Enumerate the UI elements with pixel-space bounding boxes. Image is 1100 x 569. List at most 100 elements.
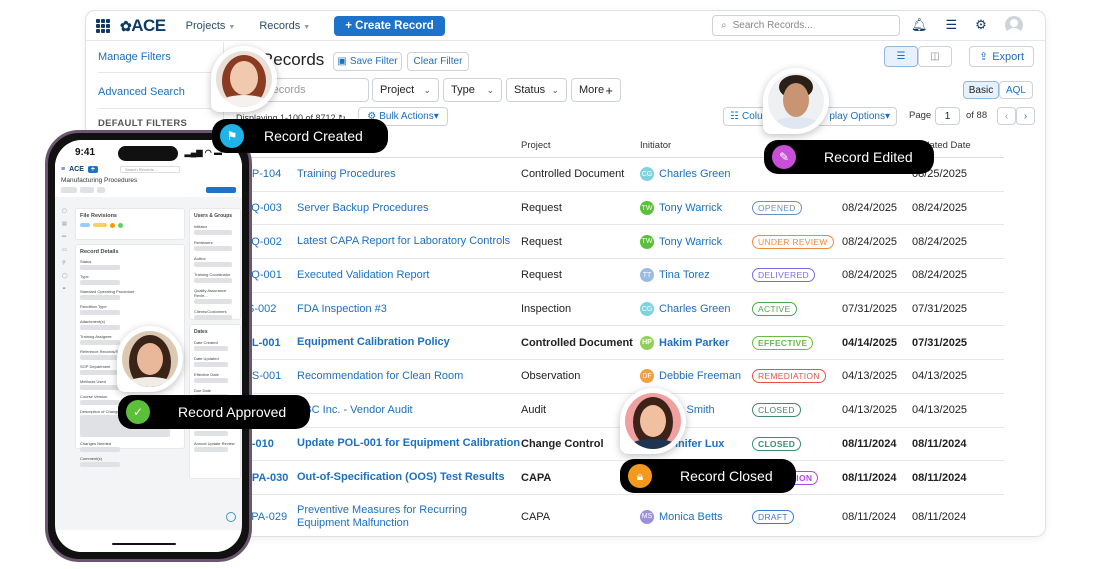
- nav-records[interactable]: Records ▼: [259, 20, 310, 32]
- record-initiator[interactable]: CG Charles Green: [640, 167, 752, 182]
- record-title-link[interactable]: Preventive Measures for Recurring Equipm…: [297, 504, 521, 530]
- nav-projects[interactable]: Projects ▼: [186, 20, 236, 32]
- phone-create-button[interactable]: +: [87, 166, 98, 173]
- user-avatar[interactable]: [1004, 16, 1023, 34]
- record-title-link[interactable]: Update POL-001 for Equipment Calibration: [297, 437, 521, 450]
- phone-time: 9:41: [75, 146, 96, 158]
- bell-icon[interactable]: 🔔︎: [911, 17, 928, 33]
- record-initiator[interactable]: CG Charles Green: [640, 302, 752, 317]
- table-row[interactable]: CAPA-029 Preventive Measures for Recurri…: [236, 495, 1004, 536]
- caret-down-icon: ▼: [228, 23, 236, 31]
- table-row[interactable]: OBS-001 Recommendation for Clean Room Ob…: [236, 360, 1004, 394]
- phone-user-field: Initiator: [194, 224, 236, 235]
- lock-icon: 🔒︎: [628, 464, 652, 488]
- updated-date: 04/13/2025: [912, 370, 968, 383]
- record-initiator[interactable]: TW Tony Warrick: [640, 234, 752, 249]
- phone-date-field: Effective Date: [194, 372, 236, 383]
- next-page-button[interactable]: ›: [1016, 107, 1035, 125]
- phone-date-field: Annual Update Review: [194, 441, 236, 452]
- advanced-search-link[interactable]: Advanced Search: [98, 73, 211, 109]
- phone-user-field: Author: [194, 256, 236, 267]
- phone-field: Type: [80, 274, 180, 285]
- export-button[interactable]: ⇪ Export: [969, 46, 1034, 67]
- filter-more[interactable]: More +: [571, 78, 621, 102]
- page-number-input[interactable]: 1: [935, 107, 960, 125]
- menu-icon[interactable]: ≡: [61, 166, 65, 173]
- updated-date: 04/13/2025: [912, 404, 968, 417]
- status-badge: REMEDIATION: [752, 369, 826, 384]
- record-title-link[interactable]: FDA Inspection #3: [297, 303, 521, 316]
- phone-search[interactable]: Search Records...: [119, 166, 180, 173]
- create-record-button[interactable]: + Create Record: [334, 15, 445, 36]
- column-header-project[interactable]: Project: [521, 140, 640, 151]
- record-project: Inspection: [521, 303, 572, 316]
- phone-user-field: Training Coordinator: [194, 272, 236, 283]
- manage-filters-link[interactable]: Manage Filters: [98, 42, 211, 73]
- clear-filter-button[interactable]: Clear Filter: [407, 52, 469, 71]
- table-row[interactable]: REQ-002 Latest CAPA Report for Laborator…: [236, 225, 1004, 260]
- record-initiator[interactable]: DF Debbie Freeman: [640, 369, 752, 384]
- list-view-toggle[interactable]: ☰: [884, 46, 918, 67]
- record-project: CAPA: [521, 510, 551, 523]
- gear-icon[interactable]: ⚙: [975, 17, 987, 33]
- phone-field: Changes Needed: [80, 441, 180, 452]
- search-icon: ⌕: [721, 20, 727, 31]
- record-title-link[interactable]: ABC Inc. - Vendor Audit: [297, 404, 521, 417]
- table-row[interactable]: REQ-003 Server Backup Procedures Request…: [236, 192, 1004, 226]
- aql-mode-toggle[interactable]: AQL: [999, 81, 1033, 99]
- display-options-button[interactable]: play Options ▾: [817, 107, 897, 126]
- toast-record-closed: 🔒︎ Record Closed: [620, 459, 796, 493]
- filter-status[interactable]: Status ⌄: [506, 78, 567, 102]
- table-row[interactable]: REQ-001 Executed Validation Report Reque…: [236, 259, 1004, 293]
- record-project: Controlled Document: [521, 336, 633, 349]
- record-title-link[interactable]: Out-of-Specification (OOS) Test Results: [297, 471, 521, 484]
- record-title-link[interactable]: Server Backup Procedures: [297, 202, 521, 215]
- phone-field: Standard Operating Procedure: [80, 289, 180, 300]
- record-title-link[interactable]: Training Procedures: [297, 168, 521, 181]
- ace-logo[interactable]: ✿ACE: [120, 16, 166, 36]
- filter-type[interactable]: Type ⌄: [443, 78, 502, 102]
- record-title-link[interactable]: Equipment Calibration Policy: [297, 336, 521, 349]
- updated-date: 08/24/2025: [912, 202, 968, 215]
- toast-record-edited: ✎ Record Edited: [764, 140, 934, 174]
- created-date: 08/11/2024: [842, 437, 897, 450]
- initials-avatar: MS: [640, 509, 654, 524]
- status-badge: CLOSED: [752, 436, 802, 451]
- record-initiator[interactable]: HP Hakim Parker: [640, 335, 752, 350]
- columns-icon: ☷: [730, 111, 739, 122]
- home-indicator: [112, 543, 176, 545]
- initials-avatar: CG: [640, 167, 654, 182]
- initials-avatar: TT: [640, 268, 654, 283]
- record-initiator[interactable]: TT Tina Torez: [640, 268, 752, 283]
- top-bar: ✿ACE Projects ▼ Records ▼ + Create Record …: [86, 11, 1045, 41]
- updated-date: 08/11/2024: [912, 437, 967, 450]
- phone-help-icon[interactable]: [226, 512, 236, 522]
- prev-page-button[interactable]: ‹: [997, 107, 1016, 125]
- table-row[interactable]: INS-002 FDA Inspection #3 Inspection CG C…: [236, 293, 1004, 327]
- phone-user-field: Quality Assurance Revie...: [194, 288, 236, 304]
- updated-date: 08/24/2025: [912, 235, 968, 248]
- record-title-link[interactable]: Executed Validation Report: [297, 269, 521, 282]
- record-project: Request: [521, 202, 562, 215]
- filter-project[interactable]: Project ⌄: [372, 78, 439, 102]
- check-icon: ✓: [126, 400, 150, 424]
- table-row[interactable]: POL-001 Equipment Calibration Policy Con…: [236, 326, 1004, 361]
- basic-mode-toggle[interactable]: Basic: [963, 81, 999, 99]
- status-badge: DRAFT: [752, 509, 794, 524]
- phone-date-field: Date Created: [194, 340, 236, 351]
- initials-avatar: DF: [640, 369, 654, 384]
- status-badge: UNDER REVIEW: [752, 234, 834, 249]
- phone-transition-button[interactable]: [206, 187, 236, 193]
- records-search-input[interactable]: records: [261, 78, 369, 102]
- checklist-icon[interactable]: ☰: [946, 17, 958, 33]
- record-initiator[interactable]: TW Tony Warrick: [640, 201, 752, 216]
- save-filter-button[interactable]: ▣ Save Filter: [333, 52, 402, 71]
- search-records-input[interactable]: ⌕ Search Records...: [712, 15, 900, 36]
- record-title-link[interactable]: Latest CAPA Report for Laboratory Contro…: [297, 235, 521, 248]
- record-initiator[interactable]: MS Monica Betts: [640, 509, 752, 524]
- updated-date: 08/11/2024: [912, 510, 967, 523]
- file-revisions-card: File Revisions: [75, 208, 185, 240]
- split-view-toggle[interactable]: ◫: [918, 46, 952, 67]
- app-grid-icon[interactable]: [96, 18, 110, 33]
- record-title-link[interactable]: Recommendation for Clean Room: [297, 370, 521, 383]
